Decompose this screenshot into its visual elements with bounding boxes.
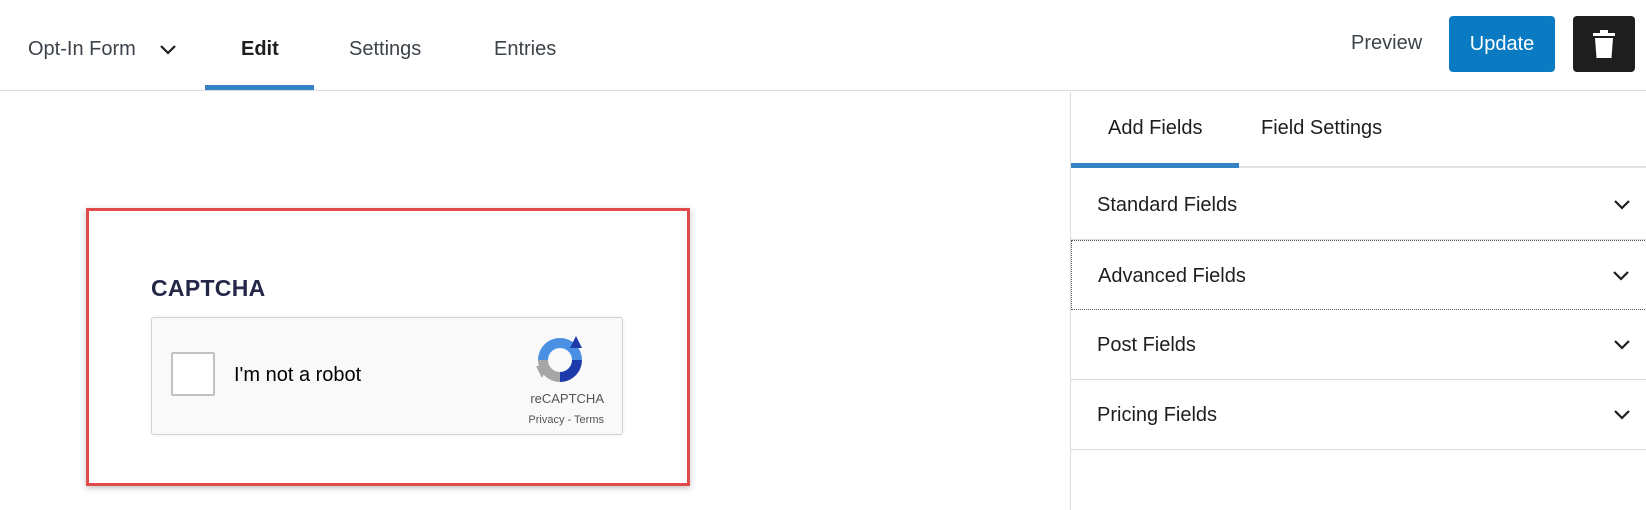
recaptcha-text: I'm not a robot	[234, 364, 362, 386]
form-switcher[interactable]: Opt-In Form	[28, 38, 178, 61]
chevron-down-icon	[1614, 410, 1630, 420]
active-tab-indicator	[205, 85, 314, 90]
section-label: Pricing Fields	[1097, 404, 1218, 426]
preview-button[interactable]: Preview	[1351, 32, 1422, 55]
recaptcha-links[interactable]: Privacy - Terms	[528, 414, 604, 426]
delete-button[interactable]	[1573, 16, 1635, 72]
tab-edit[interactable]: Edit	[241, 38, 279, 61]
section-standard-fields[interactable]: Standard Fields	[1071, 170, 1646, 240]
trash-icon	[1593, 30, 1615, 58]
section-label: Post Fields	[1097, 334, 1196, 356]
section-pricing-fields[interactable]: Pricing Fields	[1071, 380, 1646, 450]
field-label: CAPTCHA	[151, 275, 266, 301]
field-sidebar: Add Fields Field Settings Standard Field…	[1070, 92, 1646, 510]
chevron-down-icon	[1614, 200, 1630, 210]
tab-add-fields[interactable]: Add Fields	[1108, 117, 1203, 140]
tab-settings[interactable]: Settings	[349, 38, 421, 61]
sidebar-tabs: Add Fields Field Settings	[1071, 92, 1646, 168]
section-advanced-fields[interactable]: Advanced Fields	[1071, 240, 1646, 310]
tab-entries[interactable]: Entries	[494, 38, 556, 61]
top-toolbar: Opt-In Form Edit Settings Entries Previe…	[0, 0, 1646, 91]
chevron-down-icon	[1613, 271, 1629, 281]
update-button[interactable]: Update	[1449, 16, 1555, 72]
tab-field-settings[interactable]: Field Settings	[1261, 117, 1382, 140]
recaptcha-checkbox[interactable]	[171, 352, 215, 396]
form-name: Opt-In Form	[28, 38, 136, 60]
recaptcha-brand: reCAPTCHA	[530, 391, 604, 406]
section-post-fields[interactable]: Post Fields	[1071, 310, 1646, 380]
active-sidebar-tab-indicator	[1071, 163, 1239, 168]
section-label: Standard Fields	[1097, 194, 1238, 216]
chevron-down-icon	[1614, 340, 1630, 350]
selected-field-captcha[interactable]: CAPTCHA I'm not a robot reCAPTCHA Privac…	[86, 208, 690, 486]
form-canvas: CAPTCHA I'm not a robot reCAPTCHA Privac…	[0, 92, 1070, 510]
section-label: Advanced Fields	[1098, 265, 1246, 287]
recaptcha-logo-icon	[536, 336, 582, 382]
recaptcha-widget: I'm not a robot reCAPTCHA Privacy - Term…	[151, 317, 623, 435]
chevron-down-icon	[160, 44, 176, 55]
